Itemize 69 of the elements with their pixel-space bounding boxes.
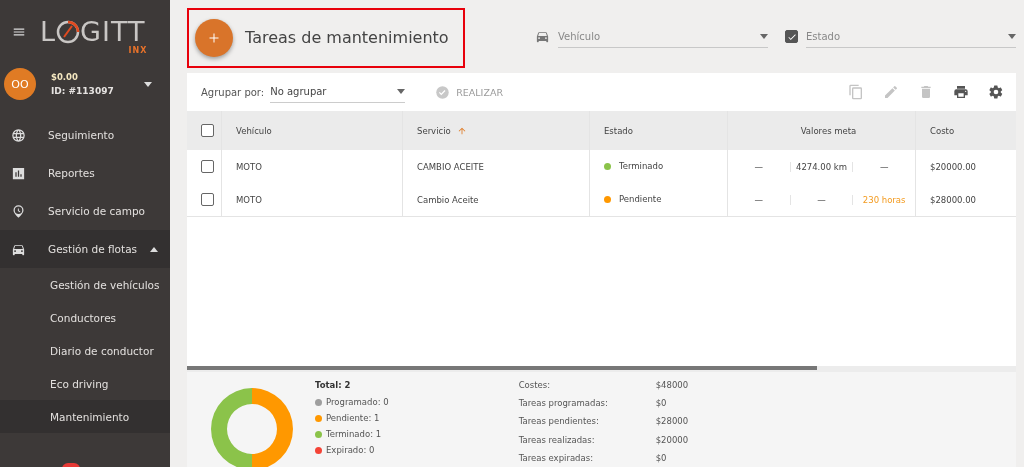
checkbox[interactable] xyxy=(201,160,214,173)
add-button[interactable] xyxy=(195,18,233,57)
legend-label: Expirado: 0 xyxy=(326,445,375,455)
legend-label: Programado: 0 xyxy=(326,397,389,407)
table-cell: $28000.00 xyxy=(930,194,976,205)
table-cell: — xyxy=(754,161,764,172)
cost-label: Costes: xyxy=(518,380,552,392)
horizontal-scrollbar[interactable] xyxy=(187,366,1016,372)
table-cell: MOTO xyxy=(236,194,262,205)
cost-label: Tareas expiradas: xyxy=(518,452,594,465)
sidebar-item[interactable]: Reportes xyxy=(0,154,170,192)
table-cell: — xyxy=(754,194,764,205)
account-balance: $0.00 xyxy=(51,72,79,82)
account-id: ID: #113097 xyxy=(51,86,115,96)
sidebar-subitem[interactable]: Gestión de vehículos xyxy=(0,268,170,301)
page-title: Tareas de mantenimiento xyxy=(245,28,449,47)
checkbox[interactable] xyxy=(201,124,214,137)
print-icon[interactable] xyxy=(953,84,969,100)
cost-value: $20000 xyxy=(655,434,689,447)
table-cell: 230 horas xyxy=(862,194,906,205)
gauge-icon xyxy=(56,20,81,44)
status-label: Terminado xyxy=(619,161,664,172)
bar-chart-icon xyxy=(11,165,26,181)
sidebar-item[interactable]: Gestión de flotas xyxy=(0,230,170,268)
sidebar-subitem[interactable]: Mantenimiento xyxy=(0,400,170,433)
group-by-label: Agrupar por: xyxy=(201,86,265,98)
location-pin-icon xyxy=(11,203,26,219)
caret-icon[interactable] xyxy=(150,246,158,252)
caret-icon[interactable] xyxy=(1008,33,1016,39)
column-header[interactable]: Vehículo xyxy=(236,125,272,136)
column-header[interactable]: Valores meta xyxy=(800,125,857,136)
globe-icon xyxy=(11,127,26,143)
status-label: Pendiente xyxy=(619,194,662,205)
check-circle-icon xyxy=(435,84,451,100)
table-cell: 4274.00 km xyxy=(795,161,848,172)
cost-value: $0 xyxy=(655,452,668,465)
cost-value: $0 xyxy=(655,398,668,411)
column-header[interactable]: Estado xyxy=(604,125,633,136)
sidebar-subitem[interactable]: Eco driving xyxy=(0,367,170,400)
checkbox[interactable] xyxy=(201,193,214,206)
table-cell: — xyxy=(879,161,889,172)
table-cell: $20000.00 xyxy=(930,161,976,172)
legend-label: Terminado: 1 xyxy=(326,429,382,439)
sidebar-item[interactable]: Servicio de campo xyxy=(0,192,170,230)
cost-value: $28000 xyxy=(655,416,689,429)
cost-label: Tareas pendientes: xyxy=(518,416,600,429)
caret-icon[interactable] xyxy=(397,89,406,94)
group-by-dropdown[interactable]: No agrupar xyxy=(270,81,406,103)
table-cell: — xyxy=(817,194,826,205)
sidebar-subitem[interactable]: Diario de conductor xyxy=(0,334,170,367)
plus-icon xyxy=(208,31,220,44)
table-cell: CAMBIO ACEITE xyxy=(417,161,484,172)
sidebar-item[interactable]: Seguimiento xyxy=(0,116,170,154)
sidebar-subitem[interactable]: Conductores xyxy=(0,301,170,334)
cost-label: Tareas realizadas: xyxy=(518,434,596,447)
total-label: Total: 2 xyxy=(315,380,352,390)
cost-label: Tareas programadas: xyxy=(518,398,609,411)
caret-icon[interactable] xyxy=(760,33,768,39)
column-header[interactable]: Servicio xyxy=(417,125,467,136)
scrollbar-thumb[interactable] xyxy=(187,366,817,370)
settings-icon[interactable] xyxy=(988,84,1004,100)
legend-label: Pendiente: 1 xyxy=(326,413,380,423)
table-cell: Cambio Aceite xyxy=(417,194,479,205)
car-icon xyxy=(535,29,550,44)
caret-icon[interactable] xyxy=(144,81,152,87)
cost-value: $48000 xyxy=(655,380,689,392)
checkbox[interactable] xyxy=(785,30,798,43)
table-cell: MOTO xyxy=(236,161,262,172)
column-header[interactable]: Costo xyxy=(930,125,955,136)
